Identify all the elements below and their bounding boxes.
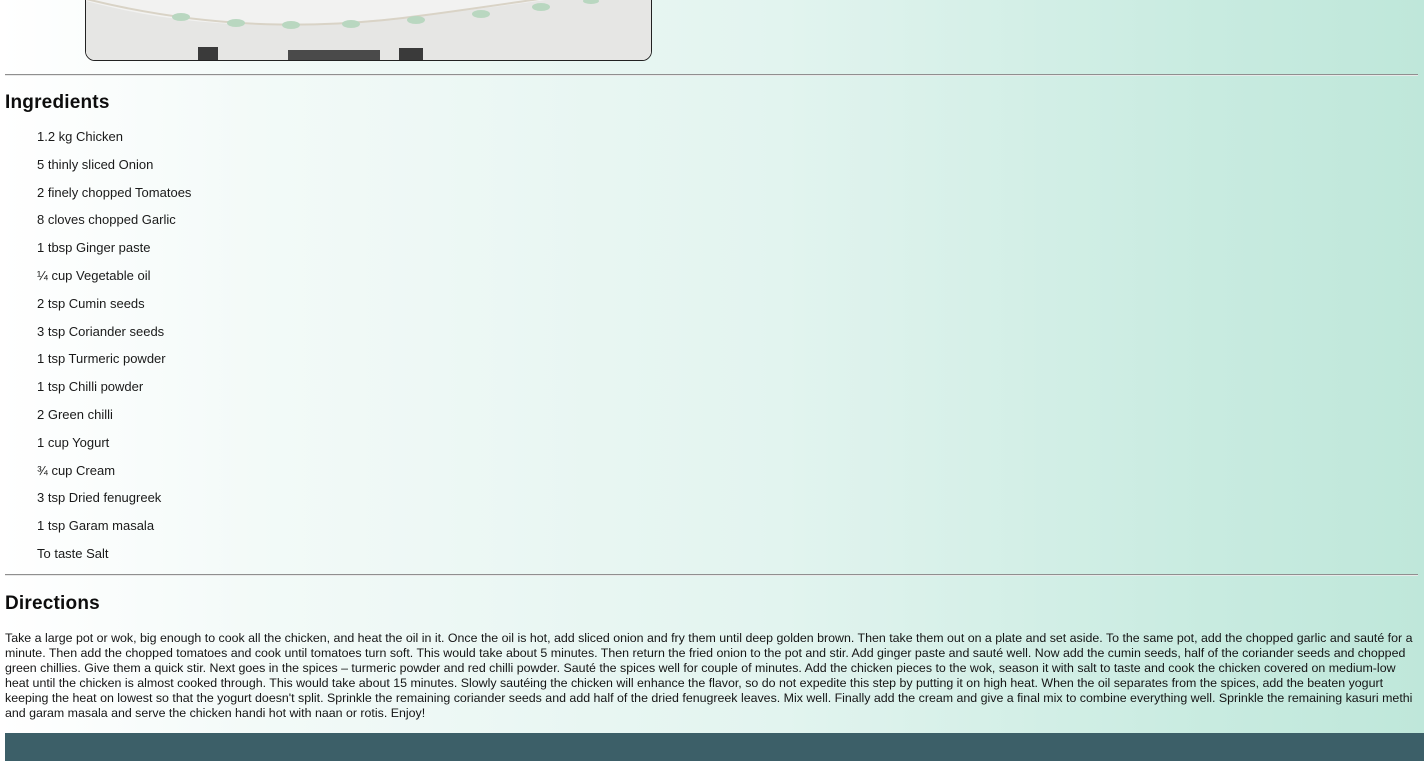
ingredient-item: 1 tsp Chilli powder	[37, 379, 144, 395]
ingredient-item: 1 tbsp Ginger paste	[37, 240, 151, 256]
ingredient-item: 2 finely chopped Tomatoes	[37, 184, 192, 200]
ingredient-item: 2 tsp Cumin seeds	[37, 295, 145, 311]
ingredient-item: 3 tsp Dried fenugreek	[37, 490, 162, 506]
recipe-photo-image	[86, 0, 651, 60]
ingredients-list: 1.2 kg Chicken 5 thinly sliced Onion 2 f…	[37, 127, 191, 572]
directions-paragraph: Take a large pot or wok, big enough to c…	[5, 631, 1413, 720]
ingredient-item: 1 tsp Garam masala	[37, 518, 155, 534]
ingredient-item: ¾ cup Cream	[37, 462, 116, 478]
ingredient-item: 1.2 kg Chicken	[37, 129, 123, 144]
ingredient-item: 1 tsp Turmeric powder	[37, 351, 166, 367]
ingredient-item: 1 cup Yogurt	[37, 434, 110, 450]
ingredients-heading: Ingredients	[5, 92, 110, 113]
section-divider	[5, 574, 1418, 576]
directions-heading: Directions	[5, 593, 100, 614]
ingredient-item: 2 Green chilli	[37, 406, 113, 422]
footer-bar	[5, 733, 1424, 761]
recipe-photo	[85, 0, 652, 61]
ingredient-item: ¼ cup Vegetable oil	[37, 267, 151, 283]
ingredient-item: 3 tsp Coriander seeds	[37, 323, 165, 339]
ingredient-item: To taste Salt	[37, 545, 109, 561]
section-divider	[5, 74, 1418, 76]
ingredient-item: 8 cloves chopped Garlic	[37, 212, 176, 228]
ingredient-item: 5 thinly sliced Onion	[37, 156, 154, 172]
